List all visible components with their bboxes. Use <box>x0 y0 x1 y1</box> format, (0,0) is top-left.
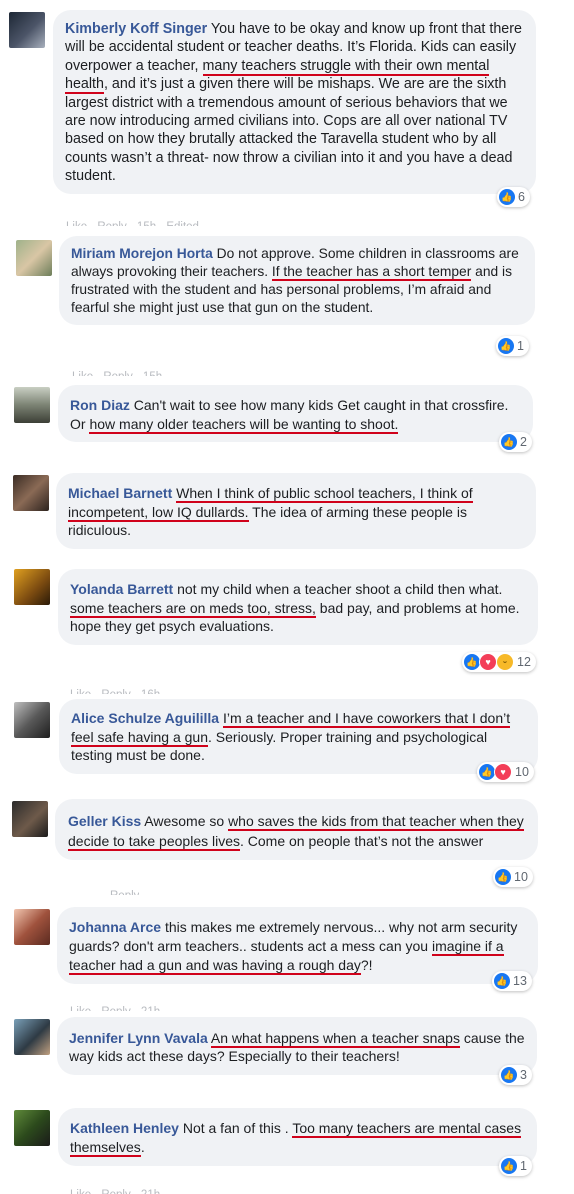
comment-text: You have to be okay and know up front th… <box>65 21 522 185</box>
avatar[interactable] <box>9 12 45 48</box>
comment: Alice Schulze Aguililla I’m a teacher an… <box>0 695 574 790</box>
love-icon: ♥ <box>479 653 497 671</box>
comment-bubble: Kimberly Koff Singer You have to be okay… <box>53 10 536 194</box>
comment-actions[interactable]: Like · Reply · 21h <box>70 1186 160 1194</box>
comment: Michael Barnett When I think of public s… <box>0 465 574 560</box>
reaction-summary[interactable]: 👍 ♥ ᵕ 12 <box>462 652 536 672</box>
commenter-name[interactable]: Johanna Arce <box>69 919 161 935</box>
comment: Jennifer Lynn Vavala An what happens whe… <box>0 1013 574 1098</box>
love-icon: ♥ <box>494 763 512 781</box>
like-icon: 👍 <box>479 764 495 780</box>
comment: Miriam Morejon Horta Do not approve. Som… <box>0 226 574 376</box>
commenter-name[interactable]: Ron Diaz <box>70 397 130 413</box>
comment: Kathleen Henley Not a fan of this . Too … <box>0 1102 574 1194</box>
comment-bubble: Yolanda Barrett not my child when a teac… <box>58 569 538 645</box>
commenter-name[interactable]: Miriam Morejon Horta <box>71 246 213 261</box>
commenter-name[interactable]: Alice Schulze Aguililla <box>71 710 219 726</box>
reaction-summary[interactable]: 👍 1 <box>499 1156 532 1176</box>
avatar[interactable] <box>12 801 48 837</box>
commenter-name[interactable]: Yolanda Barrett <box>70 581 173 597</box>
comment-bubble: Johanna Arce this makes me extremely ner… <box>57 907 538 984</box>
avatar[interactable] <box>13 475 49 511</box>
reaction-summary[interactable]: 👍 6 <box>497 187 530 207</box>
avatar[interactable] <box>16 240 52 276</box>
comment: Geller Kiss Awesome so who saves the kid… <box>0 793 574 895</box>
comment-actions[interactable]: . <box>133 547 136 555</box>
like-icon: 👍 <box>498 338 514 354</box>
like-icon: 👍 <box>495 869 511 885</box>
like-icon: 👍 <box>494 973 510 989</box>
avatar[interactable] <box>14 1019 50 1055</box>
comment-actions[interactable]: Reply <box>110 887 139 895</box>
comment-bubble: Ron Diaz Can't wait to see how many kids… <box>58 385 533 442</box>
commenter-name[interactable]: Jennifer Lynn Vavala <box>69 1030 208 1046</box>
comment: Yolanda Barrett not my child when a teac… <box>0 561 574 694</box>
comment-text: Can't wait to see how many kids Get caug… <box>70 397 509 434</box>
reaction-summary[interactable]: 👍 3 <box>499 1065 532 1085</box>
comment-bubble: Alice Schulze Aguililla I’m a teacher an… <box>59 699 538 774</box>
haha-icon: ᵕ <box>496 653 514 671</box>
comment-actions[interactable]: Like · Reply · 15h · Edited <box>66 218 199 226</box>
comment: Kimberly Koff Singer You have to be okay… <box>0 0 574 226</box>
comment-bubble: Michael Barnett When I think of public s… <box>56 473 536 549</box>
like-icon: 👍 <box>501 1067 517 1083</box>
comment-bubble: Jennifer Lynn Vavala An what happens whe… <box>57 1017 537 1075</box>
reaction-summary[interactable]: 👍 13 <box>492 971 532 991</box>
like-icon: 👍 <box>464 654 480 670</box>
comment-bubble: Geller Kiss Awesome so who saves the kid… <box>55 799 538 860</box>
reaction-summary[interactable]: 👍 ♥ 10 <box>477 762 534 782</box>
reaction-summary[interactable]: 👍 2 <box>499 432 532 452</box>
like-icon: 👍 <box>501 1158 517 1174</box>
comment-actions[interactable]: Like · Reply · 15h <box>72 368 162 376</box>
comment-bubble: Kathleen Henley Not a fan of this . Too … <box>58 1108 537 1166</box>
reaction-summary[interactable]: 👍 10 <box>493 867 533 887</box>
commenter-name[interactable]: Kimberly Koff Singer <box>65 21 207 37</box>
like-icon: 👍 <box>499 189 515 205</box>
comment-bubble: Miriam Morejon Horta Do not approve. Som… <box>59 236 535 325</box>
comment: Johanna Arce this makes me extremely ner… <box>0 899 574 1011</box>
like-icon: 👍 <box>501 434 517 450</box>
comment-actions[interactable]: Like · Reply · 21h <box>70 1003 160 1011</box>
avatar[interactable] <box>14 569 50 605</box>
avatar[interactable] <box>14 909 50 945</box>
avatar[interactable] <box>14 387 50 423</box>
avatar[interactable] <box>14 1110 50 1146</box>
commenter-name[interactable]: Kathleen Henley <box>70 1120 179 1136</box>
avatar[interactable] <box>14 702 50 738</box>
commenter-name[interactable]: Michael Barnett <box>68 485 172 501</box>
reaction-summary[interactable]: 👍 1 <box>496 336 529 356</box>
commenter-name[interactable]: Geller Kiss <box>68 813 141 829</box>
comment: Ron Diaz Can't wait to see how many kids… <box>0 377 574 462</box>
comment-actions[interactable]: Like · Reply · 16h <box>70 686 160 694</box>
